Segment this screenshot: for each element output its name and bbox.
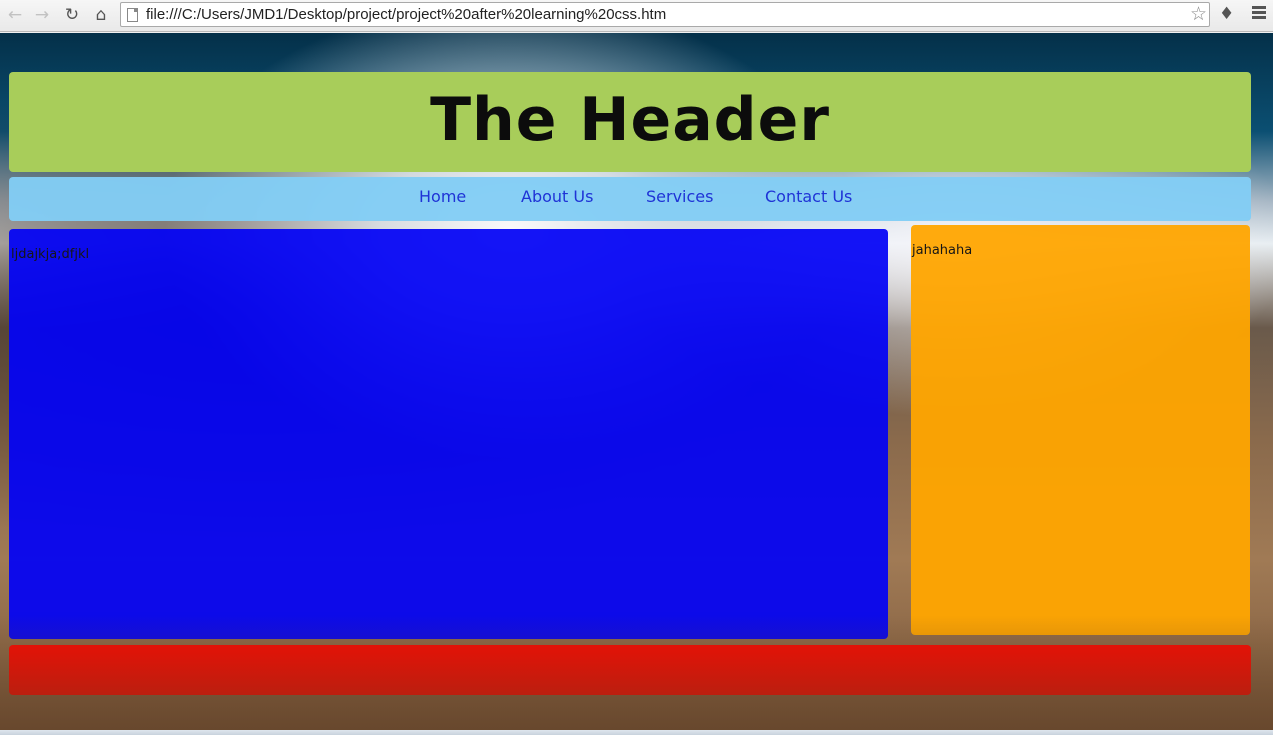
- nav-link-home[interactable]: Home: [419, 187, 466, 206]
- url-text[interactable]: file:///C:/Users/JMD1/Desktop/project/pr…: [146, 6, 666, 23]
- puzzle-icon[interactable]: ♦: [1219, 4, 1234, 24]
- home-icon[interactable]: ⌂: [90, 4, 112, 26]
- nav-link-services[interactable]: Services: [646, 187, 713, 206]
- footer-box: [9, 645, 1251, 695]
- address-bar[interactable]: file:///C:/Users/JMD1/Desktop/project/pr…: [120, 2, 1210, 27]
- sidebar-text: jahahaha: [912, 243, 973, 258]
- nav-bar: Home About Us Services Contact Us: [9, 177, 1251, 221]
- taskbar: [0, 730, 1273, 735]
- nav-link-about-us[interactable]: About Us: [521, 187, 593, 206]
- forward-arrow-icon[interactable]: →: [31, 4, 53, 26]
- back-arrow-icon[interactable]: ←: [4, 4, 26, 26]
- menu-icon[interactable]: [1252, 6, 1266, 22]
- reload-icon[interactable]: ↻: [61, 4, 83, 26]
- browser-toolbar: ← → ↻ ⌂ file:///C:/Users/JMD1/Desktop/pr…: [0, 0, 1273, 32]
- nav-link-contact-us[interactable]: Contact Us: [765, 187, 852, 206]
- main-content-box: ljdajkja;dfjkl: [9, 229, 888, 639]
- sidebar-box: jahahaha: [911, 225, 1250, 635]
- page-icon: [127, 8, 138, 22]
- header-box: The Header: [9, 72, 1251, 172]
- page-title: The Header: [430, 85, 830, 155]
- main-content-text: ljdajkja;dfjkl: [11, 247, 90, 262]
- star-icon[interactable]: ☆: [1190, 3, 1207, 25]
- page-viewport: The Header Home About Us Services Contac…: [0, 33, 1273, 735]
